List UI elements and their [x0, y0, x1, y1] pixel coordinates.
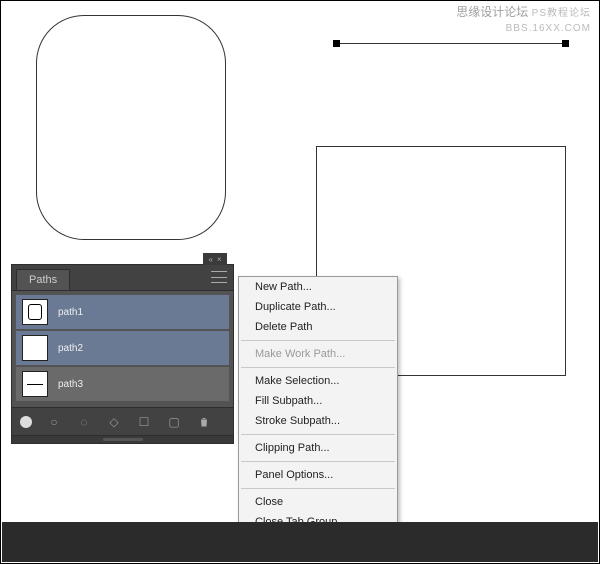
- path-item-2[interactable]: path2: [16, 331, 229, 365]
- menu-separator: [241, 367, 395, 368]
- footer-mask-icon[interactable]: ◇: [106, 414, 122, 430]
- dark-band: [2, 522, 598, 562]
- menu-separator: [241, 340, 395, 341]
- canvas-shape-rounded-rect: [36, 15, 226, 240]
- panel-collapse-bar[interactable]: « ×: [203, 253, 227, 265]
- path-thumb-2: [22, 335, 48, 361]
- menu-close[interactable]: Close: [239, 492, 397, 512]
- path-name-1: path1: [58, 307, 83, 318]
- menu-stroke-subpath[interactable]: Stroke Subpath...: [239, 411, 397, 431]
- panel-close-icon[interactable]: ×: [217, 255, 222, 264]
- paths-panel: « × Paths path1 path2 path3 ○ ◌ ◇ ☐ ▢: [11, 264, 234, 444]
- footer-selection-icon[interactable]: ◌: [76, 414, 92, 430]
- menu-fill-subpath[interactable]: Fill Subpath...: [239, 391, 397, 411]
- footer-fill-icon[interactable]: [20, 416, 32, 428]
- tab-paths[interactable]: Paths: [16, 269, 70, 290]
- footer-new-icon[interactable]: ☐: [136, 414, 152, 430]
- panel-tab-bar: Paths: [12, 265, 233, 291]
- path-item-3[interactable]: path3: [16, 367, 229, 401]
- line-handle-right[interactable]: [562, 40, 569, 47]
- panel-context-menu: New Path... Duplicate Path... Delete Pat…: [238, 276, 398, 533]
- watermark: 思缘设计论坛 PS教程论坛 BBS.16XX.COM: [456, 5, 591, 35]
- panel-flyout-menu-icon[interactable]: [211, 271, 227, 283]
- menu-panel-options[interactable]: Panel Options...: [239, 465, 397, 485]
- footer-trash-icon[interactable]: [196, 414, 212, 430]
- footer-empty-icon[interactable]: ▢: [166, 414, 182, 430]
- footer-stroke-icon[interactable]: ○: [46, 414, 62, 430]
- menu-delete-path[interactable]: Delete Path: [239, 317, 397, 337]
- menu-new-path[interactable]: New Path...: [239, 277, 397, 297]
- menu-duplicate-path[interactable]: Duplicate Path...: [239, 297, 397, 317]
- panel-resize-grip[interactable]: [12, 435, 233, 443]
- path-item-1[interactable]: path1: [16, 295, 229, 329]
- menu-make-work-path: Make Work Path...: [239, 344, 397, 364]
- watermark-url: BBS.16XX.COM: [506, 23, 591, 34]
- panel-collapse-icon[interactable]: «: [208, 255, 212, 264]
- line-handle-left[interactable]: [333, 40, 340, 47]
- canvas-shape-line: [336, 43, 566, 44]
- path-thumb-3: [22, 371, 48, 397]
- path-name-2: path2: [58, 343, 83, 354]
- watermark-line2: PS教程论坛: [532, 8, 591, 19]
- watermark-line1: 思缘设计论坛: [456, 5, 528, 19]
- menu-make-selection[interactable]: Make Selection...: [239, 371, 397, 391]
- menu-clipping-path[interactable]: Clipping Path...: [239, 438, 397, 458]
- menu-separator: [241, 434, 395, 435]
- panel-footer: ○ ◌ ◇ ☐ ▢: [12, 407, 233, 435]
- path-thumb-1: [22, 299, 48, 325]
- tab-paths-label: Paths: [29, 274, 57, 286]
- menu-separator: [241, 461, 395, 462]
- menu-separator: [241, 488, 395, 489]
- paths-list: path1 path2 path3: [12, 291, 233, 407]
- path-name-3: path3: [58, 379, 83, 390]
